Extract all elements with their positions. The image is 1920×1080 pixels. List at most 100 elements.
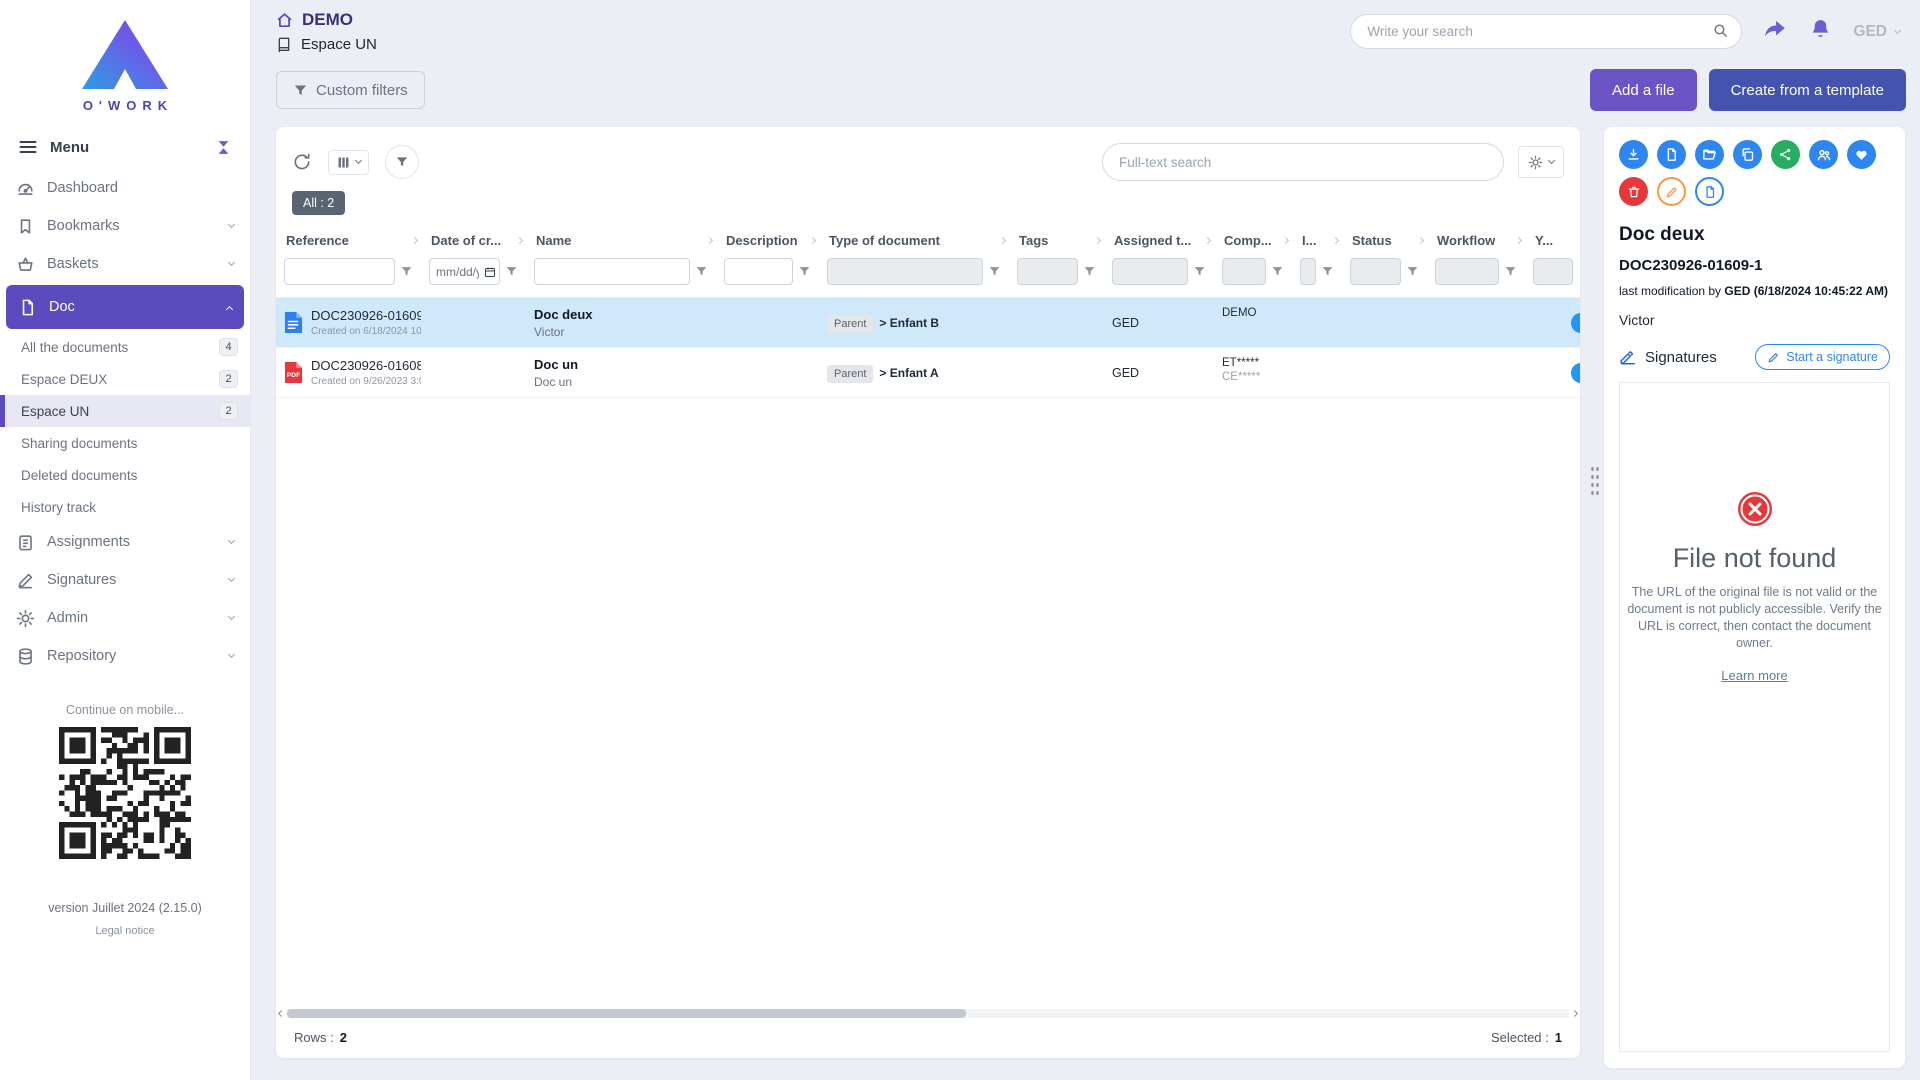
users-button[interactable] <box>1809 140 1838 169</box>
col-workflow[interactable]: Workflow <box>1427 223 1525 256</box>
custom-filters-button[interactable]: Custom filters <box>276 71 425 109</box>
sidebar-item-sharing-documents[interactable]: Sharing documents <box>0 427 250 459</box>
name-filter-input[interactable] <box>534 258 690 285</box>
filter-icon[interactable] <box>385 145 419 179</box>
reference: DOC230926-01608-0 <box>311 358 421 373</box>
sidebar-item-assignments[interactable]: Assignments <box>0 523 250 561</box>
sidebar-item-dashboard[interactable]: Dashboard <box>0 169 250 207</box>
table-settings-button[interactable] <box>1518 146 1564 178</box>
y-filter-select[interactable] <box>1533 258 1573 285</box>
col-assigned[interactable]: Assigned t... <box>1104 223 1214 256</box>
type-filter-select[interactable] <box>827 258 983 285</box>
sidebar-item-history-track[interactable]: History track <box>0 491 250 523</box>
col-company[interactable]: Comp... <box>1214 223 1292 256</box>
i-filter-select[interactable] <box>1300 258 1316 285</box>
column-chevron-icon <box>516 237 523 244</box>
col-type[interactable]: Type of document <box>819 223 1009 256</box>
panel-resize-handle[interactable] <box>1590 465 1600 499</box>
assigned-filter-select[interactable] <box>1112 258 1188 285</box>
sidebar-item-signatures[interactable]: Signatures <box>0 561 250 599</box>
filter-funnel-icon[interactable] <box>1504 265 1517 278</box>
col-date[interactable]: Date of cr... <box>421 223 526 256</box>
column-chevron-icon <box>1094 237 1101 244</box>
chevron-down-icon <box>228 575 235 582</box>
filter-funnel-icon[interactable] <box>400 265 413 278</box>
favorite-button[interactable] <box>1847 140 1876 169</box>
all-count-badge[interactable]: All : 2 <box>292 191 345 215</box>
company-filter-select[interactable] <box>1222 258 1266 285</box>
learn-more-link[interactable]: Learn more <box>1721 668 1787 683</box>
table-toolbar-right <box>1102 143 1564 181</box>
collapse-sidebar-icon[interactable] <box>215 139 232 156</box>
edit-button[interactable] <box>1657 177 1686 206</box>
legal-notice-link[interactable]: Legal notice <box>95 925 154 937</box>
create-from-template-button[interactable]: Create from a template <box>1709 69 1906 111</box>
refresh-icon[interactable] <box>292 152 312 172</box>
count-badge: 2 <box>219 402 238 420</box>
fulltext-search-input[interactable] <box>1102 143 1504 181</box>
start-signature-button[interactable]: Start a signature <box>1755 344 1890 370</box>
copy-button[interactable] <box>1733 140 1762 169</box>
search-input[interactable] <box>1350 14 1742 49</box>
download-button[interactable] <box>1619 140 1648 169</box>
sidebar-item-admin[interactable]: Admin <box>0 599 250 637</box>
calendar-icon[interactable] <box>484 265 496 283</box>
col-name[interactable]: Name <box>526 223 716 256</box>
sidebar-item-all-documents[interactable]: All the documents 4 <box>0 331 250 363</box>
sidebar-item-deleted-documents[interactable]: Deleted documents <box>0 459 250 491</box>
filter-funnel-icon[interactable] <box>695 265 708 278</box>
description-filter-input[interactable] <box>724 258 793 285</box>
bell-icon[interactable] <box>1808 17 1833 47</box>
filter-funnel-icon[interactable] <box>798 265 811 278</box>
col-i[interactable]: I... <box>1292 223 1342 256</box>
col-status[interactable]: Status <box>1342 223 1427 256</box>
share-icon[interactable] <box>1762 16 1788 47</box>
user-menu[interactable]: GED <box>1853 23 1906 41</box>
columns-icon[interactable] <box>328 150 369 175</box>
scroll-left-icon[interactable] <box>278 1010 285 1017</box>
hamburger-icon[interactable] <box>18 137 38 157</box>
subnav-label: Sharing documents <box>21 436 137 451</box>
open-folder-button[interactable] <box>1695 140 1724 169</box>
col-reference[interactable]: Reference <box>276 223 421 256</box>
filter-funnel-icon[interactable] <box>505 265 518 278</box>
sidebar-item-baskets[interactable]: Baskets <box>0 245 250 283</box>
delete-button[interactable] <box>1619 177 1648 206</box>
chevron-down-icon <box>228 613 235 620</box>
col-y[interactable]: Y... <box>1525 223 1580 256</box>
scrollbar-track[interactable] <box>287 1009 1569 1018</box>
scroll-right-icon[interactable] <box>1571 1010 1578 1017</box>
workflow-filter-select[interactable] <box>1435 258 1499 285</box>
detail-reference: DOC230926-01609-1 <box>1619 257 1890 274</box>
col-description[interactable]: Description <box>716 223 819 256</box>
filter-funnel-icon[interactable] <box>1193 265 1206 278</box>
properties-button[interactable] <box>1695 177 1724 206</box>
doc-name: Doc deux <box>534 307 708 322</box>
sidebar-item-repository[interactable]: Repository <box>0 637 250 675</box>
tags-filter-select[interactable] <box>1017 258 1078 285</box>
new-version-button[interactable] <box>1657 140 1686 169</box>
filter-funnel-icon[interactable] <box>1271 265 1284 278</box>
search-icon[interactable] <box>1712 22 1729 44</box>
table-row[interactable]: PDF DOC230926-01608-0 Created on 9/26/20… <box>276 348 1580 398</box>
share-button[interactable] <box>1771 140 1800 169</box>
sidebar-item-bookmarks[interactable]: Bookmarks <box>0 207 250 245</box>
scrollbar-thumb[interactable] <box>287 1009 966 1018</box>
horizontal-scrollbar[interactable] <box>279 1007 1577 1020</box>
filter-funnel-icon[interactable] <box>1406 265 1419 278</box>
filter-funnel-icon[interactable] <box>1321 265 1334 278</box>
sidebar-item-doc[interactable]: Doc <box>6 285 244 329</box>
type-parent-badge: Parent <box>827 315 873 333</box>
filter-funnel-icon[interactable] <box>988 265 1001 278</box>
table-row[interactable]: DOC230926-01609-1 Created on 6/18/2024 1… <box>276 298 1580 348</box>
signatures-label: Signatures <box>1645 349 1717 366</box>
sidebar-item-espace-un[interactable]: Espace UN 2 <box>0 395 250 427</box>
sidebar-item-espace-deux[interactable]: Espace DEUX 2 <box>0 363 250 395</box>
reference-filter-input[interactable] <box>284 258 395 285</box>
col-tags[interactable]: Tags <box>1009 223 1104 256</box>
add-file-button[interactable]: Add a file <box>1590 69 1697 111</box>
filter-funnel-icon[interactable] <box>1083 265 1096 278</box>
status-filter-select[interactable] <box>1350 258 1401 285</box>
main-area: DEMO Espace UN <box>251 0 1920 1080</box>
signatures-row: Signatures Start a signature <box>1619 344 1890 370</box>
